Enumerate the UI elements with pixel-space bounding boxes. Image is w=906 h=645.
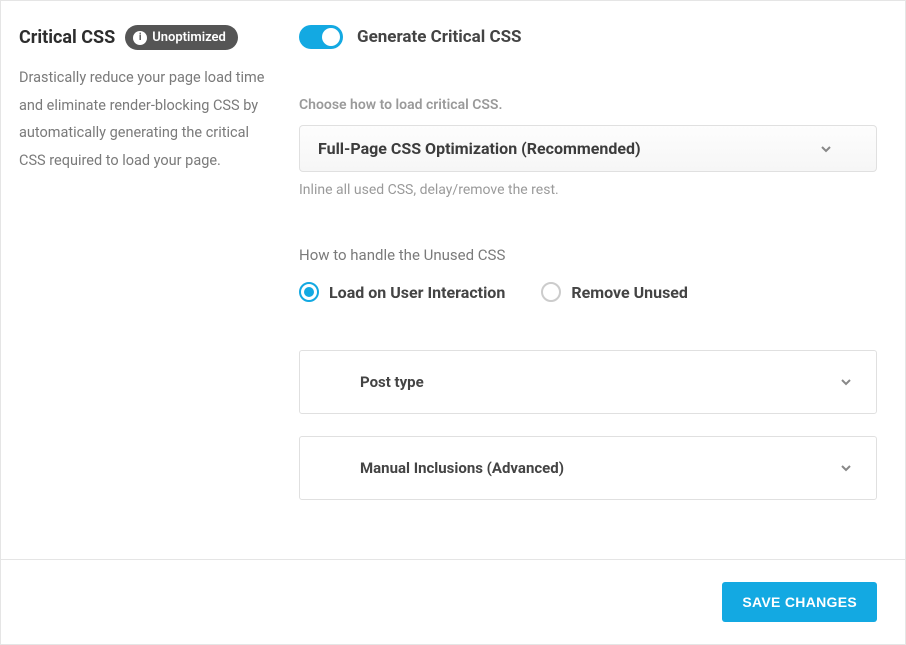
toggle-knob [322, 28, 340, 46]
radio-remove-unused[interactable]: Remove Unused [541, 282, 688, 302]
toggle-label: Generate Critical CSS [357, 27, 522, 47]
chevron-down-icon [820, 143, 832, 155]
section-title: Critical CSS [19, 27, 115, 48]
radio-input [541, 282, 561, 302]
badge-text: Unoptimized [152, 30, 226, 45]
load-method-select[interactable]: Full-Page CSS Optimization (Recommended) [299, 125, 877, 172]
load-method-helper: Inline all used CSS, delay/remove the re… [299, 182, 877, 198]
unused-css-label: How to handle the Unused CSS [299, 246, 877, 264]
select-value: Full-Page CSS Optimization (Recommended) [318, 139, 641, 158]
accordion-title: Manual Inclusions (Advanced) [324, 459, 564, 477]
info-icon: i [133, 31, 147, 45]
footer: SAVE CHANGES [1, 559, 905, 644]
radio-label: Remove Unused [571, 283, 688, 302]
generate-toggle[interactable] [299, 25, 343, 49]
radio-label: Load on User Interaction [329, 283, 505, 302]
chevron-down-icon [840, 376, 852, 388]
settings-panel: Generate Critical CSS Choose how to load… [299, 25, 877, 539]
accordion-post-type[interactable]: Post type [299, 350, 877, 414]
save-button[interactable]: SAVE CHANGES [722, 582, 877, 622]
section-description: Drastically reduce your page load time a… [19, 64, 271, 174]
chevron-down-icon [840, 462, 852, 474]
radio-input [299, 282, 319, 302]
status-badge: i Unoptimized [125, 25, 238, 50]
load-method-label: Choose how to load critical CSS. [299, 97, 877, 113]
accordion-manual-inclusions[interactable]: Manual Inclusions (Advanced) [299, 436, 877, 500]
left-sidebar: Critical CSS i Unoptimized Drastically r… [19, 25, 299, 539]
radio-load-on-interaction[interactable]: Load on User Interaction [299, 282, 505, 302]
accordion-title: Post type [324, 373, 424, 391]
